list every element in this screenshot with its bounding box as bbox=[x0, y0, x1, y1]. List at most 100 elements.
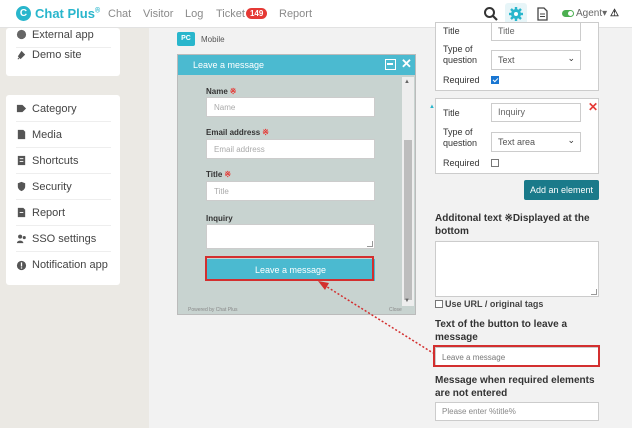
name-input[interactable]: Name bbox=[206, 97, 375, 117]
brand-name: Chat Plus bbox=[35, 6, 95, 21]
required-message-input[interactable]: Please enter %title% bbox=[435, 402, 599, 421]
required-label: Required bbox=[443, 75, 480, 85]
title-input[interactable]: Title bbox=[206, 181, 375, 201]
required-label: Required bbox=[443, 158, 480, 168]
leave-message-submit-button[interactable]: Leave a message bbox=[206, 259, 375, 281]
button-text-heading: Text of the button to leave a bbox=[435, 319, 568, 330]
scroll-up-icon[interactable]: ▲ bbox=[404, 79, 410, 85]
users-icon bbox=[16, 234, 26, 244]
minimize-icon[interactable] bbox=[385, 59, 396, 70]
email-input[interactable]: Email address bbox=[206, 139, 375, 159]
use-url-label: Use URL / original tags bbox=[445, 299, 544, 309]
sidebar-item-label: Shortcuts bbox=[32, 154, 79, 167]
nav-log[interactable]: Log bbox=[185, 8, 203, 20]
additional-text-heading-2: bottom bbox=[435, 226, 469, 237]
title-field-label: Title bbox=[443, 108, 460, 118]
sidebar-item-label: External app bbox=[32, 28, 94, 41]
type-label-2: question bbox=[443, 55, 478, 65]
chat-plus-logo[interactable]: C Chat Plus® bbox=[16, 6, 100, 21]
logo-mark-icon: C bbox=[16, 6, 31, 21]
required-mark: ※ bbox=[224, 170, 232, 179]
question-type-select[interactable]: Text ⌄ bbox=[491, 50, 581, 70]
sidebar-item-label: SSO settings bbox=[32, 232, 97, 245]
inquiry-label: Inquiry bbox=[206, 214, 233, 223]
resize-handle-icon[interactable] bbox=[591, 289, 597, 295]
scrollbar-thumb[interactable] bbox=[404, 140, 412, 300]
sidebar-item-demo-site[interactable]: Demo site bbox=[16, 42, 111, 68]
sidebar-item-media[interactable]: Media bbox=[16, 122, 111, 148]
use-url-checkbox[interactable] bbox=[435, 300, 443, 308]
sidebar-item-report[interactable]: Report bbox=[16, 200, 111, 226]
email-label-text: Email address bbox=[206, 128, 261, 137]
sidebar-item-notification-app[interactable]: Notification app bbox=[16, 252, 111, 278]
leave-message-widget-preview: Leave a message ✕ ▲ ▼ Name ※ Name Email a… bbox=[177, 54, 416, 315]
add-element-button[interactable]: Add an element bbox=[524, 180, 599, 200]
scroll-down-icon[interactable]: ▼ bbox=[404, 298, 410, 304]
chevron-down-icon: ⌄ bbox=[567, 53, 575, 63]
required-message-heading-2: are not entered bbox=[435, 388, 508, 399]
title-field-input[interactable]: Title bbox=[491, 22, 581, 41]
sidebar-item-sso-settings[interactable]: SSO settings bbox=[16, 226, 111, 252]
delete-element-icon[interactable]: ✕ bbox=[588, 100, 598, 114]
title-label-text: Title bbox=[206, 170, 223, 179]
chevron-down-icon: ▾ bbox=[602, 8, 608, 19]
nav-visitor[interactable]: Visitor bbox=[143, 8, 173, 20]
sidebar-item-label: Category bbox=[32, 102, 77, 115]
email-label: Email address ※ bbox=[206, 128, 269, 137]
search-icon[interactable] bbox=[483, 6, 499, 22]
required-checkbox[interactable] bbox=[491, 76, 499, 84]
powered-by-text: Powered by Chat Plus bbox=[188, 307, 238, 313]
title-field-label: Title bbox=[443, 26, 460, 36]
close-icon[interactable]: ✕ bbox=[401, 57, 412, 71]
additional-text-textarea[interactable] bbox=[435, 241, 599, 297]
inquiry-textarea[interactable] bbox=[206, 224, 375, 249]
document-icon[interactable] bbox=[534, 6, 550, 22]
shield-icon bbox=[17, 181, 26, 192]
type-label-2: question bbox=[443, 138, 478, 148]
info-icon bbox=[16, 260, 27, 270]
sidebar-item-label: Notification app bbox=[32, 259, 108, 271]
shortcuts-icon bbox=[17, 155, 26, 166]
sidebar-item-label: Security bbox=[32, 180, 72, 193]
use-url-option[interactable]: Use URL / original tags bbox=[435, 299, 543, 309]
ticket-count-badge: 149 bbox=[245, 8, 268, 19]
question-type-value: Text bbox=[498, 55, 515, 65]
widget-title: Leave a message bbox=[193, 60, 265, 70]
name-label: Name ※ bbox=[206, 87, 237, 96]
additional-text-heading: Additonal text ※Displayed at the bbox=[435, 213, 590, 224]
resize-handle-icon[interactable] bbox=[367, 241, 373, 247]
rocket-icon bbox=[17, 50, 26, 59]
availability-toggle[interactable] bbox=[562, 10, 574, 17]
gear-icon[interactable] bbox=[508, 6, 524, 22]
report-icon bbox=[17, 207, 26, 218]
button-text-heading-2: message bbox=[435, 332, 478, 343]
question-type-value: Text area bbox=[498, 137, 536, 147]
nav-chat[interactable]: Chat bbox=[108, 8, 131, 20]
sidebar-item-label: Report bbox=[32, 206, 66, 219]
sidebar-item-shortcuts[interactable]: Shortcuts bbox=[16, 148, 111, 174]
nav-report[interactable]: Report bbox=[279, 8, 312, 20]
widget-close-link[interactable]: Close bbox=[389, 307, 402, 313]
required-mark: ※ bbox=[229, 87, 237, 96]
sidebar-item-label: Demo site bbox=[32, 49, 82, 61]
mobile-mode-label[interactable]: Mobile bbox=[201, 35, 225, 44]
agent-menu[interactable]: Agent▾ ⚠ bbox=[576, 8, 619, 19]
name-label-text: Name bbox=[206, 87, 228, 96]
sidebar-card-main: Category Media Shortcuts Security Report… bbox=[6, 95, 120, 285]
question-type-select-inquiry[interactable]: Text area ⌄ bbox=[491, 132, 581, 152]
sidebar-item-security[interactable]: Security bbox=[16, 174, 111, 200]
chevron-down-icon: ⌄ bbox=[567, 135, 575, 145]
type-label: Type of bbox=[443, 44, 473, 54]
sidebar-item-category[interactable]: Category bbox=[16, 96, 111, 122]
nav-ticket[interactable]: Ticket 149 bbox=[216, 8, 268, 20]
title-field-input-inquiry[interactable]: Inquiry bbox=[491, 103, 581, 122]
widget-header: Leave a message ✕ bbox=[178, 55, 415, 75]
agent-label: Agent bbox=[576, 8, 603, 19]
sidebar-item-label: Media bbox=[32, 128, 62, 141]
external-app-icon bbox=[16, 29, 27, 40]
button-text-input[interactable]: Leave a message bbox=[435, 347, 599, 367]
pc-mode-tag[interactable]: PC bbox=[177, 32, 195, 46]
required-checkbox-inquiry[interactable] bbox=[491, 159, 499, 167]
required-mark: ※ bbox=[262, 128, 269, 137]
media-file-icon bbox=[17, 129, 26, 140]
